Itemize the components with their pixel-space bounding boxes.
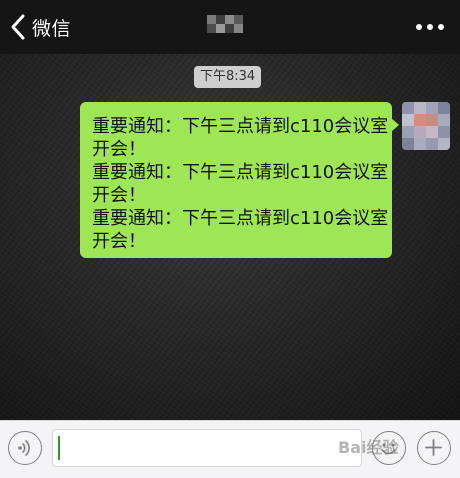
more-dots-icon bbox=[416, 24, 422, 30]
contact-name-blurred bbox=[207, 15, 249, 37]
bubble-tail bbox=[391, 118, 399, 132]
back-label: 微信 bbox=[32, 17, 72, 40]
message-bubble[interactable]: 重要通知：下午三点请到c110会议室 开会！ 重要通知：下午三点请到c110会议… bbox=[80, 102, 399, 258]
input-bar bbox=[0, 420, 460, 478]
message-input[interactable] bbox=[52, 429, 362, 467]
chat-area[interactable]: 下午8:34 重要通知：下午三点请到c110会议室 开会！ 重要通知：下午三点请… bbox=[0, 54, 460, 420]
back-button[interactable]: 微信 bbox=[8, 12, 71, 42]
top-navigation-bar: 微信 bbox=[0, 0, 460, 54]
message-line: 开会！ bbox=[92, 185, 146, 206]
message-line: 重要通知：下午三点请到c110会议室 bbox=[92, 208, 389, 229]
voice-icon bbox=[9, 432, 41, 464]
chevron-left-icon bbox=[8, 13, 30, 41]
add-button[interactable] bbox=[417, 431, 451, 465]
emoji-icon bbox=[373, 432, 405, 464]
emoji-button[interactable] bbox=[372, 431, 406, 465]
message-line: 开会！ bbox=[92, 231, 146, 252]
text-caret bbox=[58, 436, 60, 460]
avatar[interactable] bbox=[402, 102, 450, 150]
voice-button[interactable] bbox=[8, 431, 42, 465]
message-timestamp: 下午8:34 bbox=[194, 66, 262, 88]
more-button[interactable] bbox=[416, 18, 444, 36]
message-line: 重要通知：下午三点请到c110会议室 bbox=[92, 162, 389, 183]
add-icon bbox=[418, 432, 450, 464]
message-line: 重要通知：下午三点请到c110会议室 bbox=[92, 116, 389, 137]
message-line: 开会！ bbox=[92, 139, 146, 160]
